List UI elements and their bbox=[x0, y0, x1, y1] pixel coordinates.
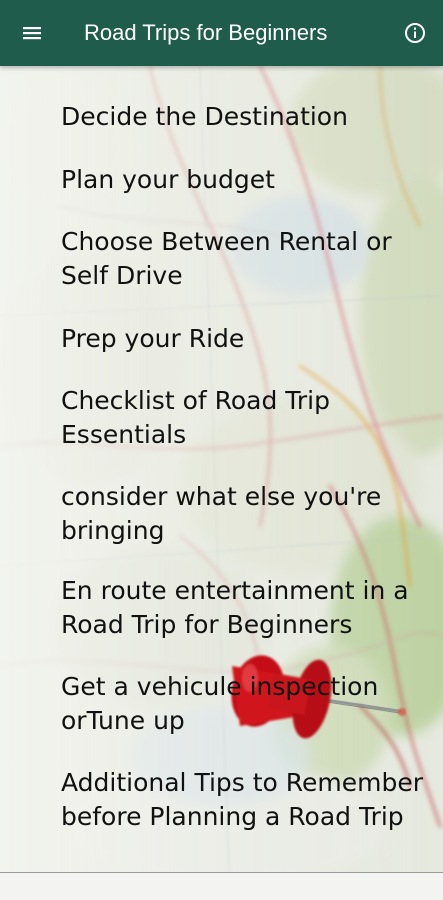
topic-item-prep-ride[interactable]: Prep your Ride bbox=[61, 322, 433, 356]
menu-button[interactable] bbox=[14, 17, 50, 49]
info-icon bbox=[405, 23, 425, 43]
topic-item-what-else[interactable]: consider what else you're bringing bbox=[61, 480, 433, 548]
topic-item-entertainment[interactable]: En route entertainment in a Road Trip fo… bbox=[61, 574, 433, 642]
topic-list: Decide the Destination Plan your budget … bbox=[0, 66, 443, 872]
topic-item-additional-tips[interactable]: Additional Tips to Remember before Plann… bbox=[61, 766, 433, 834]
app-title: Road Trips for Beginners bbox=[84, 20, 328, 45]
topic-item-destination[interactable]: Decide the Destination bbox=[61, 100, 433, 134]
topic-item-inspection[interactable]: Get a vehicule inspection orTune up bbox=[61, 670, 433, 738]
info-button[interactable] bbox=[399, 17, 431, 49]
topic-item-budget[interactable]: Plan your budget bbox=[61, 163, 433, 197]
bottom-strip bbox=[0, 873, 443, 900]
hamburger-menu-icon bbox=[23, 27, 41, 40]
app-screen: Road Trips for Beginners Decide the Dest… bbox=[0, 0, 443, 900]
topic-item-rental-or-self-drive[interactable]: Choose Between Rental or Self Drive bbox=[61, 225, 433, 293]
topic-item-checklist[interactable]: Checklist of Road Trip Essentials bbox=[61, 384, 433, 452]
app-bar: Road Trips for Beginners bbox=[0, 0, 443, 66]
